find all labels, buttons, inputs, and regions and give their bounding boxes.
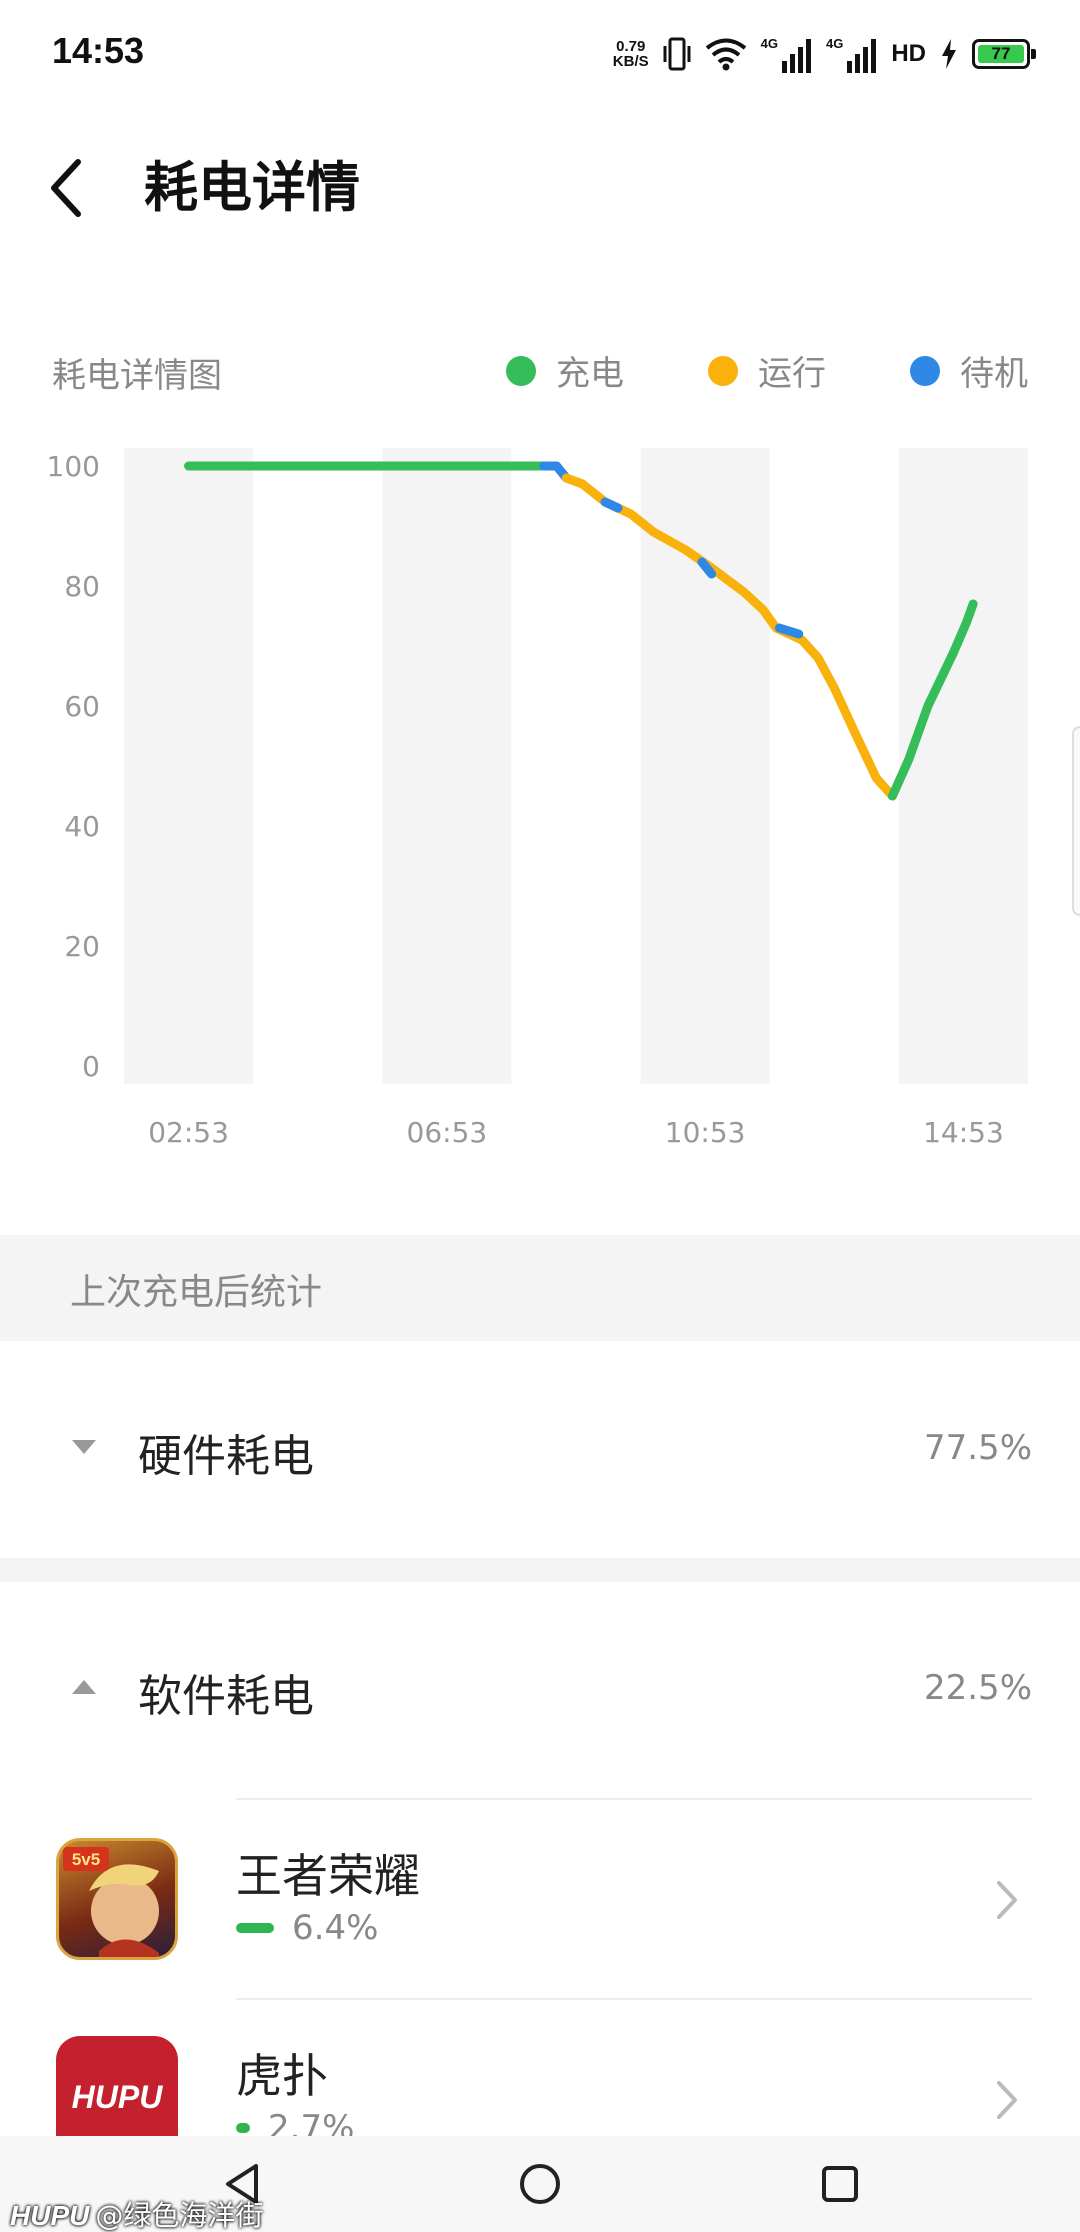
watermark-text: @绿色海洋街 [95, 2199, 264, 2232]
caret-up-icon [72, 1680, 96, 1694]
hd-icon: HD [891, 40, 926, 67]
x-axis-ticks: 02:53 06:53 10:53 14:53 [148, 1116, 1004, 1149]
y-tick-label: 80 [64, 570, 100, 603]
battery-level: 77 [978, 44, 1024, 63]
signal-icon: 4G [826, 36, 877, 73]
section-divider [0, 1558, 1080, 1582]
chart-band [124, 448, 254, 1084]
net-speed-value: 0.79 [616, 38, 646, 55]
usage-percent: 6.4% [292, 1908, 379, 1948]
sim2-label: 4G [825, 35, 844, 51]
vibrate-icon [663, 37, 691, 71]
hupu-icon-text: HUPU [72, 2079, 164, 2115]
back-button[interactable] [36, 152, 96, 224]
net-speed-unit: KB/S [612, 53, 649, 70]
game-app-icon: 5v5 [56, 1838, 178, 1960]
chart-bands [124, 448, 1028, 1084]
x-tick-label: 14:53 [923, 1116, 1004, 1149]
status-time: 14:53 [52, 30, 145, 71]
watermark-brand: HUPU [10, 2200, 90, 2231]
app-name: 王者荣耀 [236, 1849, 420, 1903]
legend-item-running: 运行 [708, 346, 826, 395]
x-tick-label: 10:53 [665, 1116, 746, 1149]
x-tick-label: 02:53 [148, 1116, 229, 1149]
game-art-icon: 5v5 [63, 1847, 159, 1957]
watermark: HUPU @绿色海洋街 [10, 2194, 263, 2232]
chart-series [184, 461, 978, 801]
legend-item-charging: 充电 [506, 346, 624, 395]
signal-bars-icon [781, 38, 811, 73]
nav-home-button[interactable] [510, 2154, 570, 2214]
usage-bar [236, 1923, 274, 1933]
chart-title: 耗电详情图 [52, 356, 222, 396]
page-title: 耗电详情 [144, 156, 360, 219]
y-tick-label: 60 [64, 690, 100, 723]
y-axis-ticks: 100 80 60 40 20 0 [47, 450, 100, 1083]
signal-bars-icon [847, 38, 877, 73]
battery-icon: 77 [972, 39, 1036, 69]
chart-band [382, 448, 512, 1084]
stats-section-title: 上次充电后统计 [70, 1272, 323, 1313]
usage-bar [236, 2123, 250, 2133]
nav-recents-button[interactable] [810, 2154, 870, 2214]
square-recents-icon [822, 2166, 858, 2202]
y-tick-label: 40 [64, 810, 100, 843]
software-value: 22.5% [923, 1668, 1032, 1708]
chevron-right-icon [997, 1881, 1017, 1919]
side-drawer-handle[interactable] [1072, 726, 1080, 916]
status-icons: 0.79 KB/S 4G 4G HD 77 [613, 32, 1036, 76]
hardware-value: 77.5% [923, 1428, 1032, 1468]
game-icon-text: 5v5 [72, 1850, 100, 1869]
wifi-icon [705, 38, 746, 71]
app-header: 耗电详情 [0, 130, 1080, 250]
circle-home-icon [520, 2164, 560, 2204]
hardware-label: 硬件耗电 [138, 1431, 314, 1482]
series-line-standby [600, 497, 623, 513]
y-tick-label: 0 [82, 1050, 100, 1083]
app-usage: 6.4% [236, 1908, 378, 1948]
signal-icon: 4G [761, 36, 812, 73]
stats-section-header: 上次充电后统计 [0, 1235, 1080, 1341]
y-tick-label: 20 [64, 930, 100, 963]
legend-label-standby: 待机 [960, 354, 1028, 394]
series-line-standby [774, 623, 804, 639]
app-item-wangzhe[interactable]: 5v5 王者荣耀 6.4% [0, 1800, 1080, 1998]
software-usage-row[interactable]: 软件耗电 22.5% [0, 1614, 1080, 1764]
software-label: 软件耗电 [138, 1671, 314, 1722]
chevron-right-icon [997, 2081, 1017, 2119]
battery-cap [1031, 49, 1036, 59]
x-tick-label: 06:53 [407, 1116, 488, 1149]
app-name: 虎扑 [236, 2049, 328, 2103]
net-speed-indicator: 0.79 KB/S [613, 39, 649, 69]
legend-label-running: 运行 [758, 354, 826, 394]
charging-icon [942, 39, 956, 69]
battery-chart: 100 80 60 40 20 0 02:53 06:53 10:53 14:53 [47, 448, 1028, 1149]
y-tick-label: 100 [47, 450, 100, 483]
chart-band [898, 448, 1028, 1084]
caret-down-icon [72, 1440, 96, 1454]
legend-dot-standby [910, 355, 940, 386]
legend-label-charging: 充电 [556, 354, 624, 394]
legend-dot-running [708, 355, 738, 386]
sim1-label: 4G [760, 35, 778, 51]
chart-band [640, 448, 770, 1084]
hardware-usage-row[interactable]: 硬件耗电 77.5% [0, 1374, 1080, 1524]
chevron-left-icon [51, 159, 81, 217]
status-bar: 14:53 0.79 KB/S 4G 4G HD 77 [0, 0, 1080, 110]
chart-legend: 充电 运行 待机 [422, 346, 1028, 395]
legend-dot-charging [506, 355, 536, 386]
legend-item-standby: 待机 [910, 346, 1028, 395]
